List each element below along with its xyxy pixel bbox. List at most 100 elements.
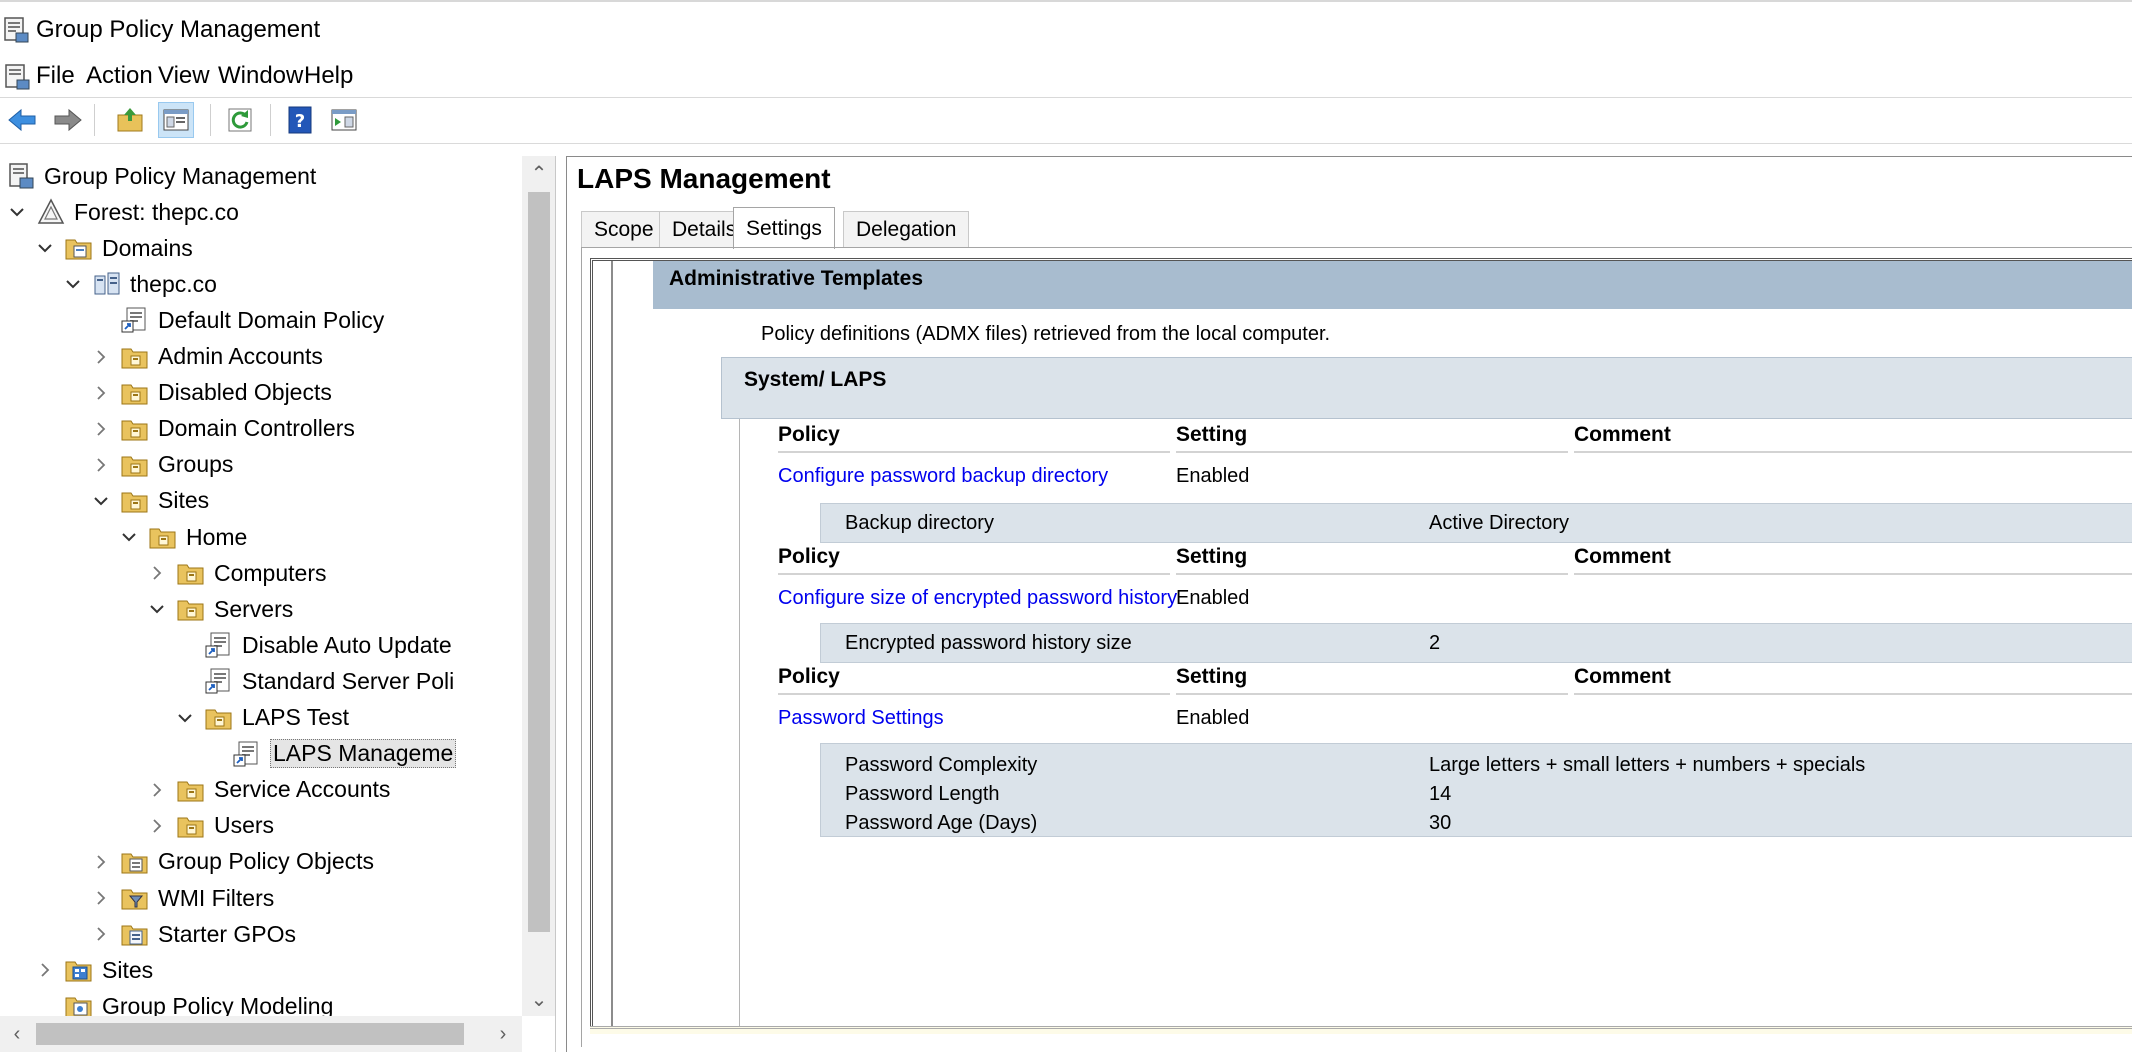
tree-horizontal-scrollbar[interactable]: ‹ ›	[0, 1016, 522, 1052]
tree-node[interactable]: LAPS Manageme	[202, 736, 457, 772]
starter-gpo-icon	[120, 919, 150, 949]
chevron-right-icon[interactable]	[90, 851, 112, 873]
tree-node[interactable]: Service Accounts	[146, 772, 390, 808]
tree-node[interactable]: Users	[146, 808, 274, 844]
tree-node[interactable]: Sites	[34, 952, 153, 988]
detail-name: Backup directory	[845, 512, 994, 534]
menu-action[interactable]: Action	[78, 62, 161, 90]
scroll-down-icon[interactable]: ⌄	[522, 982, 555, 1016]
chevron-right-icon[interactable]	[34, 959, 56, 981]
details-pane: LAPS Management Scope Details Settings D…	[566, 156, 2132, 1052]
column-setting: Setting	[1176, 419, 1568, 453]
scroll-up-icon[interactable]: ⌃	[522, 156, 555, 190]
chevron-down-icon[interactable]	[174, 707, 196, 729]
properties-pane-icon[interactable]	[326, 102, 362, 138]
settings-report[interactable]: Administrative Templates Policy definiti…	[590, 258, 2132, 1031]
policy-link[interactable]: Configure password backup directory	[778, 465, 1108, 488]
tree-node[interactable]: Domain Controllers	[90, 411, 355, 447]
chevron-down-icon[interactable]	[90, 490, 112, 512]
chevron-right-icon[interactable]	[90, 346, 112, 368]
tree-vertical-scrollbar[interactable]: ⌃ ⌄	[522, 156, 555, 1016]
tree-node[interactable]: WMI Filters	[90, 880, 274, 916]
tree-node[interactable]: Computers	[146, 555, 326, 591]
policy-link[interactable]: Password Settings	[778, 707, 944, 730]
tree-node-label: thepc.co	[130, 270, 217, 297]
ou-folder-icon	[120, 414, 150, 444]
policy-link[interactable]: Configure size of encrypted password his…	[778, 587, 1177, 610]
tab-delegation[interactable]: Delegation	[843, 211, 970, 247]
chevron-down-icon[interactable]	[146, 598, 168, 620]
chevron-right-icon[interactable]	[90, 923, 112, 945]
chevron-right-icon[interactable]	[146, 815, 168, 837]
chevron-down-icon[interactable]	[34, 237, 56, 259]
tree-node-label: Starter GPOs	[158, 920, 297, 947]
chevron-right-icon[interactable]	[90, 887, 112, 909]
tree-node[interactable]: Starter GPOs	[90, 916, 296, 952]
tree-node[interactable]: Servers	[146, 591, 293, 627]
tree-node[interactable]: Disable Auto Update	[174, 627, 452, 663]
section-header[interactable]: Administrative Templates	[653, 261, 2132, 309]
ou-folder-icon	[120, 342, 150, 372]
scroll-left-icon[interactable]: ‹	[0, 1016, 34, 1052]
subsection-header[interactable]: System/ LAPS	[721, 357, 2132, 419]
chevron-down-icon[interactable]	[118, 526, 140, 548]
tree-node[interactable]: Group Policy Objects	[90, 844, 374, 880]
detail-value: 2	[1429, 632, 1441, 654]
report-divider	[611, 261, 613, 1031]
tree-node[interactable]: Forest: thepc.co	[6, 194, 239, 230]
tree-node-label: Default Domain Policy	[158, 306, 385, 333]
policy-setting-value: Enabled	[1176, 707, 1250, 729]
policy-detail-box: Password Complexity Large letters + smal…	[820, 743, 2132, 837]
help-icon[interactable]: ?	[282, 102, 318, 138]
tree-node[interactable]: Group Policy Management	[6, 158, 316, 194]
scroll-right-icon[interactable]: ›	[486, 1016, 520, 1052]
scroll-thumb[interactable]	[528, 192, 550, 932]
tree-node[interactable]: Standard Server Poli	[174, 663, 454, 699]
tree-node[interactable]: Sites	[90, 483, 209, 519]
tab-settings[interactable]: Settings	[733, 207, 835, 249]
tree-node[interactable]: Domains	[34, 230, 193, 266]
menu-help[interactable]: Help	[296, 62, 361, 90]
show-hide-tree-icon[interactable]	[158, 102, 194, 138]
menu-view[interactable]: View	[150, 62, 218, 90]
detail-name: Password Length	[845, 783, 1000, 805]
forward-arrow-icon[interactable]	[50, 102, 86, 138]
chevron-right-icon[interactable]	[90, 454, 112, 476]
policy-block-area: Policy Setting Comment Configure passwor…	[739, 419, 2132, 1031]
up-folder-icon[interactable]	[112, 102, 148, 138]
chevron-right-icon[interactable]	[90, 418, 112, 440]
detail-value: Active Directory	[1429, 512, 1570, 534]
ou-folder-icon	[148, 522, 178, 552]
policy-setting-value: Enabled	[1176, 465, 1250, 487]
chevron-right-icon[interactable]	[146, 779, 168, 801]
back-arrow-icon[interactable]	[4, 102, 40, 138]
tree-node[interactable]: Default Domain Policy	[90, 302, 384, 338]
chevron-down-icon[interactable]	[6, 201, 28, 223]
scroll-thumb-horizontal[interactable]	[36, 1023, 464, 1045]
refresh-icon[interactable]	[222, 102, 258, 138]
ou-folder-icon	[120, 486, 150, 516]
tree-node[interactable]: Disabled Objects	[90, 375, 332, 411]
tree-node[interactable]: LAPS Test	[174, 700, 349, 736]
chevron-down-icon[interactable]	[62, 273, 84, 295]
tab-scope[interactable]: Scope	[581, 211, 667, 247]
tree-node-label: Users	[214, 812, 275, 839]
gpm-icon	[6, 161, 36, 191]
chevron-right-icon[interactable]	[90, 382, 112, 404]
menu-file[interactable]: File	[28, 62, 83, 90]
tree-node[interactable]: Admin Accounts	[90, 339, 323, 375]
console-tree[interactable]: Group Policy Management Forest: thepc.co D…	[0, 156, 556, 1052]
tree-node-label: Group Policy Objects	[158, 848, 375, 875]
tree-node[interactable]: thepc.co	[62, 266, 217, 302]
window-title: Group Policy Management	[36, 16, 321, 43]
column-comment: Comment	[1574, 419, 2132, 453]
tree-node-label: Group Policy Management	[44, 162, 317, 189]
tree-node[interactable]: Groups	[90, 447, 233, 483]
chevron-right-icon[interactable]	[146, 562, 168, 584]
domain-icon	[92, 269, 122, 299]
gpm-app-icon	[2, 16, 30, 44]
tree-node[interactable]: Home	[118, 519, 247, 555]
detail-name: Password Age (Days)	[845, 812, 1038, 834]
